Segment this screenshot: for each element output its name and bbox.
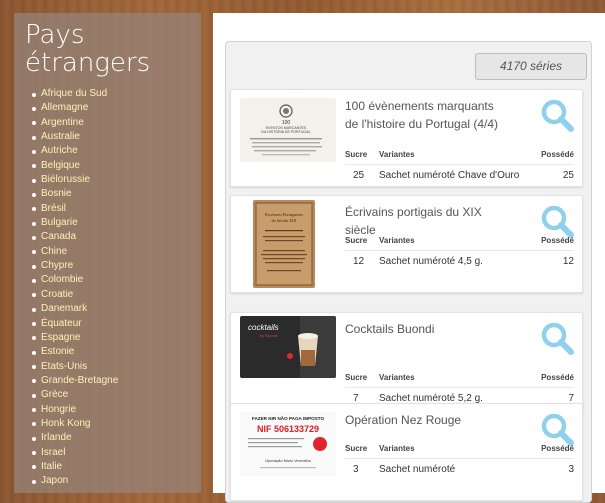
col-sucre: Sucre xyxy=(345,150,368,159)
series-thumbnail: cocktails by Buondi xyxy=(240,316,336,378)
series-thumbnail: 100 EVENTOS MARCANTES DA HISTÓRIA DE POR… xyxy=(240,98,336,162)
table-header: Sucre Variantes Possédé xyxy=(345,150,574,165)
series-title: Cocktails Buondi xyxy=(345,322,435,336)
country-link[interactable]: Bulgarie xyxy=(32,216,201,230)
country-link[interactable]: Brésil xyxy=(32,202,201,216)
country-link[interactable]: Danemark xyxy=(32,302,201,316)
country-link[interactable]: Bosnie xyxy=(32,187,201,201)
search-icon[interactable] xyxy=(540,412,574,446)
series-count-badge: 4170 séries xyxy=(475,53,587,80)
col-variantes: Variantes xyxy=(379,236,415,245)
thumb-text: by Buondi xyxy=(260,333,278,338)
series-panel: 4170 séries 100 EVENTOS MARCANTES DA HIS… xyxy=(225,41,592,503)
col-possede: Possédé xyxy=(541,444,574,453)
country-link[interactable]: Belgique xyxy=(32,159,201,173)
country-link[interactable]: Allemagne xyxy=(32,101,201,115)
table-row: 25 Sachet numéroté Chave d'Ouro 25 xyxy=(345,165,574,187)
country-link[interactable]: Chine xyxy=(32,245,201,259)
thumb-text: do Século XIX xyxy=(271,218,296,223)
country-link[interactable]: Grèce xyxy=(32,388,201,402)
country-link[interactable]: Argentine xyxy=(32,116,201,130)
series-title: 100 évènements marquants de l'histoire d… xyxy=(345,99,499,131)
country-link[interactable]: Japon xyxy=(32,474,201,488)
cell-variante: Sachet numéroté Chave d'Ouro xyxy=(379,170,520,181)
country-list: Afrique du Sud Allemagne Argentine Austr… xyxy=(32,87,201,489)
cell-possede: 3 xyxy=(568,464,574,475)
thumb-text: cocktails xyxy=(248,323,279,332)
thumb-text: FAZER NIR NÃO PAGA IMPOSTO xyxy=(252,415,325,421)
table-header: Sucre Variantes Possédé xyxy=(345,373,574,388)
series-thumbnail: FAZER NIR NÃO PAGA IMPOSTO NIF 506133729… xyxy=(240,412,336,476)
table-header: Sucre Variantes Possédé xyxy=(345,444,574,459)
col-possede: Possédé xyxy=(541,150,574,159)
thumb-text: Operação Nariz Vermelho xyxy=(265,458,312,463)
series-thumbnail: Escritores Portugueses do Século XIX xyxy=(253,200,315,288)
country-link[interactable]: Croatie xyxy=(32,288,201,302)
cell-sucre: 12 xyxy=(353,256,365,267)
country-link[interactable]: Chypre xyxy=(32,259,201,273)
cell-variante: Sachet numéroté xyxy=(379,464,456,475)
cell-sucre: 3 xyxy=(353,464,359,475)
country-link[interactable]: Grande-Bretagne xyxy=(32,374,201,388)
cell-possede: 25 xyxy=(562,170,574,181)
thumb-text: DA HISTÓRIA DE PORTUGAL xyxy=(261,129,310,134)
table-row: 12 Sachet numéroté 4,5 g. 12 xyxy=(345,251,574,273)
country-link[interactable]: Israel xyxy=(32,446,201,460)
series-table: Sucre Variantes Possédé 25 Sachet numéro… xyxy=(345,150,574,187)
series-card[interactable]: Escritores Portugueses do Século XIX Écr… xyxy=(230,195,583,293)
series-table: Sucre Variantes Possédé 3 Sachet numérot… xyxy=(345,444,574,481)
col-sucre: Sucre xyxy=(345,236,368,245)
country-link[interactable]: Honk Kong xyxy=(32,417,201,431)
col-sucre: Sucre xyxy=(345,373,368,382)
col-variantes: Variantes xyxy=(379,444,415,453)
cell-possede: 12 xyxy=(562,256,574,267)
table-row: 3 Sachet numéroté 3 xyxy=(345,459,574,481)
cell-sucre: 25 xyxy=(353,170,365,181)
country-link[interactable]: Colombie xyxy=(32,273,201,287)
country-link[interactable]: Espagne xyxy=(32,331,201,345)
sidebar: Pays étrangers Afrique du Sud Allemagne … xyxy=(14,13,201,493)
col-variantes: Variantes xyxy=(379,373,415,382)
country-link[interactable]: Hongrie xyxy=(32,403,201,417)
search-icon[interactable] xyxy=(540,98,574,132)
series-title: Écrivains portigais du XIX siècle xyxy=(345,205,482,237)
table-header: Sucre Variantes Possédé xyxy=(345,236,574,251)
page-title: Pays étrangers xyxy=(25,20,151,78)
col-variantes: Variantes xyxy=(379,150,415,159)
series-card[interactable]: FAZER NIR NÃO PAGA IMPOSTO NIF 506133729… xyxy=(230,403,583,501)
country-link[interactable]: Estonie xyxy=(32,345,201,359)
col-possede: Possédé xyxy=(541,236,574,245)
thumb-text: Escritores Portugueses xyxy=(265,212,303,217)
col-possede: Possédé xyxy=(541,373,574,382)
country-link[interactable]: Canada xyxy=(32,230,201,244)
country-link[interactable]: Autriche xyxy=(32,144,201,158)
series-table: Sucre Variantes Possédé 12 Sachet numéro… xyxy=(345,236,574,273)
series-card[interactable]: 100 EVENTOS MARCANTES DA HISTÓRIA DE POR… xyxy=(230,89,583,187)
cell-variante: Sachet numéroté 4,5 g. xyxy=(379,256,483,267)
country-link[interactable]: Irlande xyxy=(32,431,201,445)
main-content: 4170 séries 100 EVENTOS MARCANTES DA HIS… xyxy=(213,13,605,503)
series-card[interactable]: cocktails by Buondi Cocktails Buondi Suc… xyxy=(230,312,583,410)
country-link[interactable]: Etats-Unis xyxy=(32,360,201,374)
country-link[interactable]: Italie xyxy=(32,460,201,474)
search-icon[interactable] xyxy=(540,204,574,238)
search-icon[interactable] xyxy=(540,321,574,355)
country-link[interactable]: Biélorussie xyxy=(32,173,201,187)
country-link[interactable]: Équateur xyxy=(32,317,201,331)
col-sucre: Sucre xyxy=(345,444,368,453)
thumb-text: NIF 506133729 xyxy=(257,424,319,434)
country-link[interactable]: Afrique du Sud xyxy=(32,87,201,101)
series-title: Opération Nez Rouge xyxy=(345,413,462,427)
country-link[interactable]: Australie xyxy=(32,130,201,144)
